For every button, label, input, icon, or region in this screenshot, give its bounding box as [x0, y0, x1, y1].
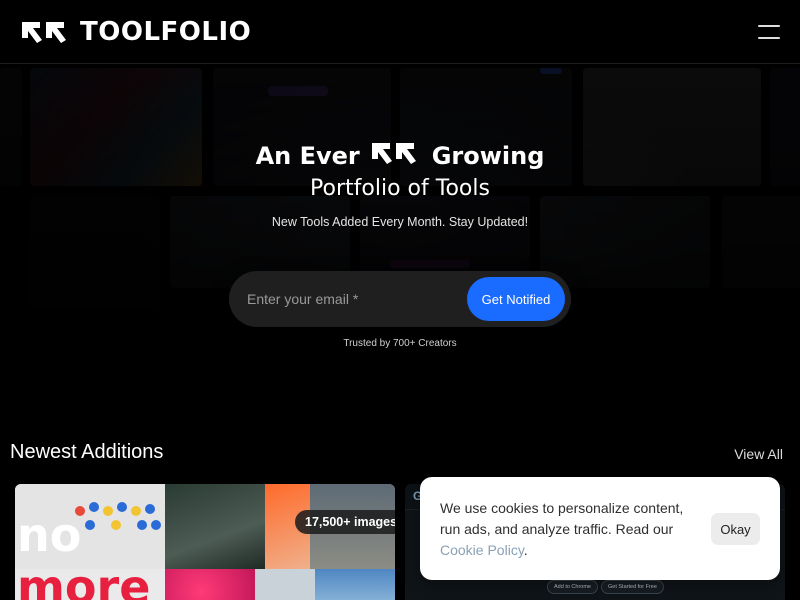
card-image-tile	[165, 569, 255, 600]
hamburger-menu-icon[interactable]	[758, 24, 780, 39]
card-image-tile	[165, 484, 265, 569]
image-count-badge: 17,500+ images	[295, 510, 395, 534]
view-all-link[interactable]: View All	[734, 446, 783, 462]
get-started-pill: Get Started for Free	[601, 580, 664, 594]
inline-logo-icon	[370, 140, 422, 172]
hero-section: An Ever Growing Portfolio of Tools New T…	[0, 64, 800, 404]
cookie-text-end: .	[523, 542, 528, 558]
cookie-banner: We use cookies to personalize content, r…	[420, 477, 780, 580]
hero-title-after-logo: Growing	[431, 142, 545, 170]
add-to-chrome-pill: Add to Chrome	[547, 580, 598, 594]
cookie-text: We use cookies to personalize content, r…	[440, 500, 684, 537]
section-title: Newest Additions	[10, 441, 164, 463]
hero-subtitle: New Tools Added Every Month. Stay Update…	[271, 215, 529, 229]
cookie-message: We use cookies to personalize content, r…	[440, 498, 702, 561]
hero-title-line1: An Ever Growing	[0, 140, 800, 172]
trusted-text: Trusted by 700+ Creators	[343, 338, 457, 349]
tool-card[interactable]: no more 17,500+ images	[15, 484, 395, 600]
email-signup-form: Get Notified	[229, 271, 571, 327]
site-header: TOOLFOLIO	[0, 0, 800, 64]
card-image-tile	[315, 569, 395, 600]
brand-name: TOOLFOLIO	[80, 16, 252, 47]
hero-content: An Ever Growing Portfolio of Tools New T…	[0, 64, 800, 404]
hero-title-before-logo: An Ever	[255, 142, 360, 170]
brand-logo[interactable]: TOOLFOLIO	[20, 17, 251, 47]
card-headline-word: more	[17, 560, 151, 600]
toolfolio-logo-icon	[20, 20, 72, 44]
card-headline-word: no	[17, 508, 82, 562]
hero-title-line2: Portfolio of Tools	[310, 176, 490, 201]
get-notified-button[interactable]: Get Notified	[467, 277, 565, 321]
email-input[interactable]	[247, 285, 467, 313]
card-image-tile	[255, 569, 315, 600]
cookie-policy-link[interactable]: Cookie Policy	[440, 542, 524, 558]
cookie-okay-button[interactable]: Okay	[711, 513, 760, 545]
